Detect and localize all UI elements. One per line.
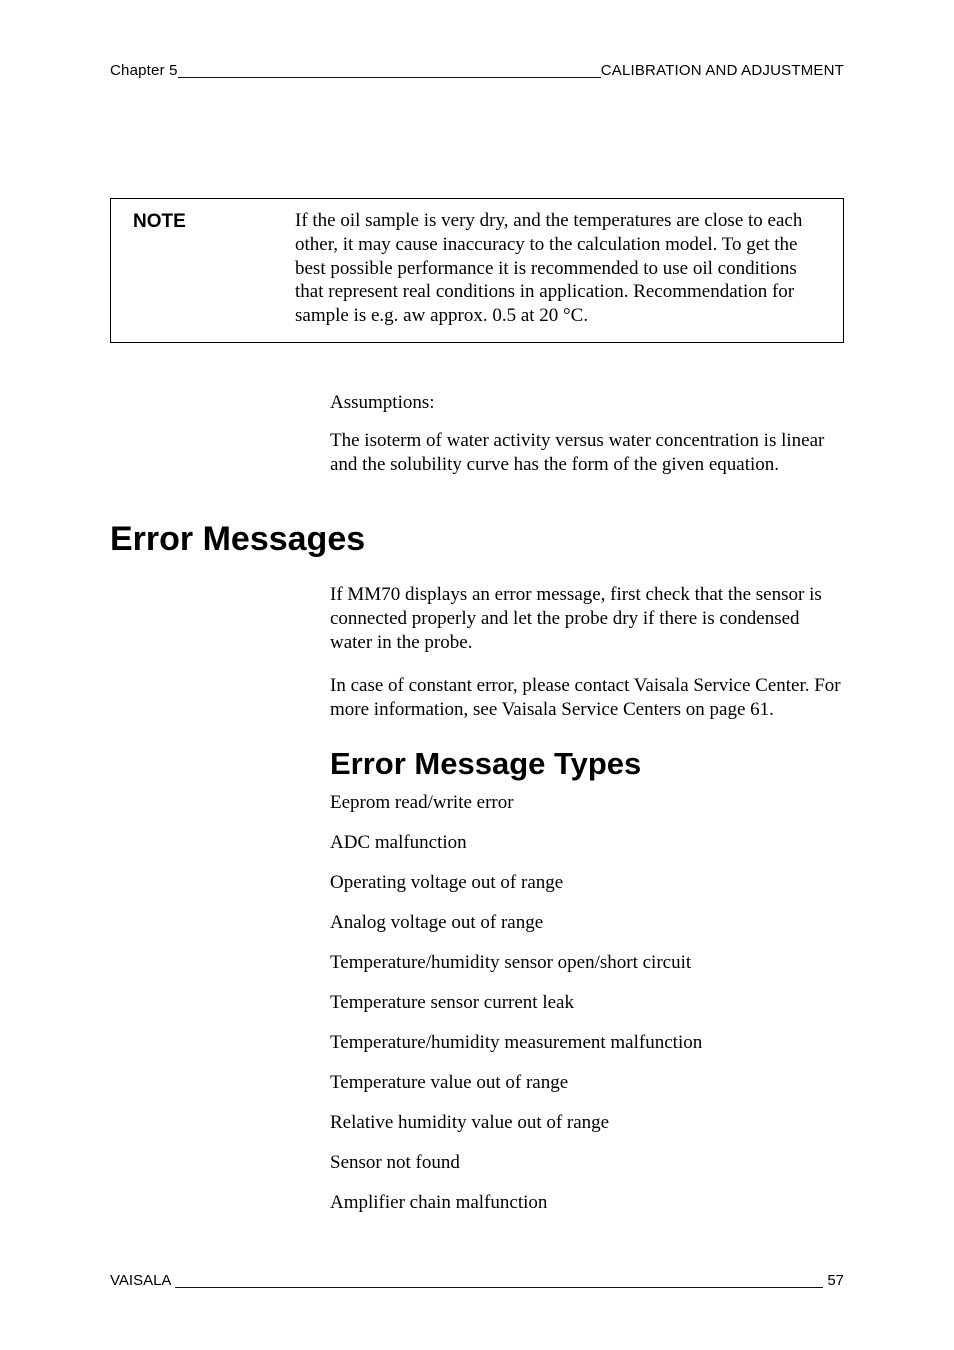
header-rule bbox=[178, 62, 601, 80]
error-item: Operating voltage out of range bbox=[330, 872, 844, 894]
note-label: NOTE bbox=[133, 209, 295, 233]
isoterm-paragraph: The isoterm of water activity versus wat… bbox=[330, 429, 844, 478]
header-section: CALIBRATION AND ADJUSTMENT bbox=[601, 62, 844, 80]
error-item: Amplifier chain malfunction bbox=[330, 1192, 844, 1214]
note-body: If the oil sample is very dry, and the t… bbox=[295, 209, 821, 328]
note-box: NOTE If the oil sample is very dry, and … bbox=[110, 198, 844, 343]
running-footer: VAISALA 57 bbox=[110, 1272, 844, 1290]
footer-brand: VAISALA bbox=[110, 1272, 171, 1290]
error-item: Relative humidity value out of range bbox=[330, 1112, 844, 1134]
constant-error-paragraph: In case of constant error, please contac… bbox=[330, 674, 844, 723]
heading-error-messages: Error Messages bbox=[110, 520, 844, 559]
error-list: Eeprom read/write error ADC malfunction … bbox=[330, 792, 844, 1214]
heading-error-message-types: Error Message Types bbox=[330, 746, 844, 782]
error-item: Sensor not found bbox=[330, 1152, 844, 1174]
running-header: Chapter 5 CALIBRATION AND ADJUSTMENT bbox=[110, 62, 844, 80]
footer-page-number: 57 bbox=[827, 1272, 844, 1290]
footer-rule bbox=[175, 1272, 823, 1290]
error-item: Temperature/humidity measurement malfunc… bbox=[330, 1032, 844, 1054]
error-item: Temperature sensor current leak bbox=[330, 992, 844, 1014]
error-item: Eeprom read/write error bbox=[330, 792, 844, 814]
error-item: Temperature/humidity sensor open/short c… bbox=[330, 952, 844, 974]
error-item: Analog voltage out of range bbox=[330, 912, 844, 934]
header-chapter: Chapter 5 bbox=[110, 62, 178, 80]
error-item: ADC malfunction bbox=[330, 832, 844, 854]
mm70-paragraph: If MM70 displays an error message, first… bbox=[330, 583, 844, 656]
error-item: Temperature value out of range bbox=[330, 1072, 844, 1094]
assumptions-heading: Assumptions: bbox=[330, 391, 844, 415]
